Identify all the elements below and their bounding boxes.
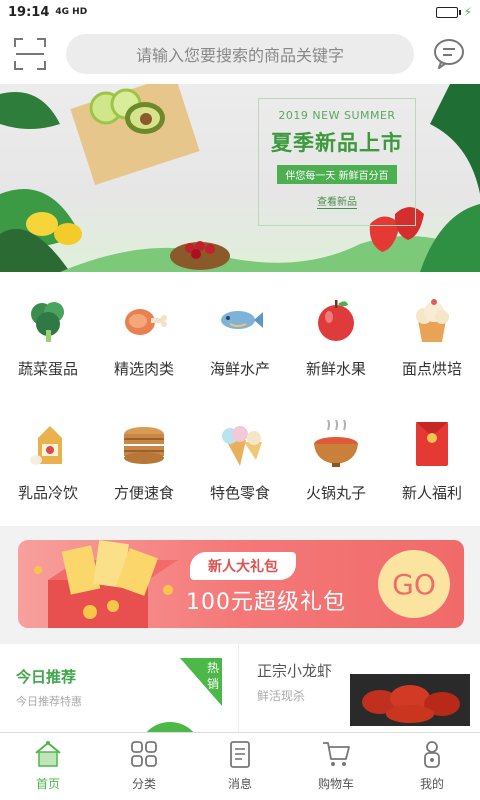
bottom-tab-bar: 首页 分类 消息 购物车 我的 [0,732,480,800]
category-item-meat[interactable]: 精选肉类 [96,272,192,396]
promo-section: 新人大礼包 100元超级礼包 GO [0,526,480,644]
home-icon [35,741,61,767]
category-item-seafood[interactable]: 海鲜水产 [192,272,288,396]
category-label: 蔬菜蛋品 [17,360,78,378]
category-label: 新鲜水果 [305,360,366,378]
chat-icon[interactable] [432,37,466,71]
milk-icon [30,426,62,465]
hot-sale-label: 热销 [207,661,220,691]
cart-icon [323,742,350,766]
tab-label: 购物车 [317,777,354,791]
banner-title: 夏季新品上市 [271,130,403,155]
red-envelope-icon [416,422,448,466]
profile-icon [424,741,440,768]
scan-icon[interactable] [14,38,46,70]
network-indicator: 4G HD [55,7,88,17]
category-item-vegetables[interactable]: 蔬菜蛋品 [0,272,96,396]
banner-card: 2019 NEW SUMMER 夏季新品上市 伴您每一天 新鲜百分百 查看新品 [258,98,416,226]
tab-label: 首页 [35,777,60,791]
promo-pill: 新人大礼包 [190,552,296,580]
gift-box-illustration [34,540,178,628]
today-recommend-card[interactable]: 今日推荐 今日推荐特惠 热销 [0,644,239,732]
cupcake-icon [416,299,449,342]
tab-messages[interactable]: 消息 [192,733,288,800]
meat-icon [125,309,167,335]
category-label: 火锅丸子 [305,484,366,502]
category-item-fruit[interactable]: 新鲜水果 [288,272,384,396]
tab-home[interactable]: 首页 [0,733,96,800]
dumpling-steamer-icon [124,427,164,464]
category-item-newbie-gift[interactable]: 新人福利 [384,396,480,526]
category-item-hotpot[interactable]: 火锅丸子 [288,396,384,526]
tab-category[interactable]: 分类 [96,733,192,800]
tab-profile[interactable]: 我的 [384,733,480,800]
banner-tagline: 伴您每一天 新鲜百分百 [277,165,397,184]
message-icon [230,741,250,768]
category-icon [131,741,157,767]
category-label: 面点烘培 [401,360,462,378]
search-input[interactable]: 请输入您要搜索的商品关键字 [66,34,414,74]
tab-cart[interactable]: 购物车 [288,733,384,800]
hotpot-icon [314,420,358,467]
snack-icon [222,426,262,466]
recommend-section: 今日推荐 今日推荐特惠 热销 正宗小龙虾 鲜活现杀 [0,644,480,732]
new-user-gift-banner[interactable]: 新人大礼包 100元超级礼包 GO [18,540,464,628]
banner-link[interactable]: 查看新品 [317,193,357,209]
promo-banner[interactable]: 2019 NEW SUMMER 夏季新品上市 伴您每一天 新鲜百分百 查看新品 [0,84,480,272]
category-grid: 蔬菜蛋品 精选肉类 海鲜水产 新鲜水果 面点烘培 乳品冷饮 方便速食 特色零食 … [0,272,480,526]
search-placeholder: 请输入您要搜索的商品关键字 [135,46,344,65]
status-bar: 19:14 4G HD ⚡ [0,0,480,24]
tab-label: 分类 [131,777,156,791]
category-label: 特色零食 [209,484,270,502]
category-label: 新人福利 [401,484,462,502]
category-item-dairy[interactable]: 乳品冷饮 [0,396,96,526]
banner-subtitle: 2019 NEW SUMMER [278,109,396,122]
status-time: 19:14 [8,4,50,20]
crayfish-image [350,674,470,726]
fish-icon [221,311,263,329]
category-label: 方便速食 [113,484,174,502]
apple-icon [318,300,354,341]
category-item-bakery[interactable]: 面点烘培 [384,272,480,396]
go-button[interactable]: GO [378,550,450,618]
category-item-snacks[interactable]: 特色零食 [192,396,288,526]
header: 请输入您要搜索的商品关键字 [0,24,480,84]
vegetable-icon [31,302,64,342]
recommend-decoration [146,722,194,732]
crayfish-card[interactable]: 正宗小龙虾 鲜活现杀 [239,644,480,732]
tab-label: 我的 [419,777,444,791]
battery-icon: ⚡ [435,5,472,19]
tab-label: 消息 [227,777,252,791]
promo-main-text: 100元超级礼包 [186,590,346,615]
category-label: 精选肉类 [113,360,174,378]
category-label: 海鲜水产 [209,360,270,378]
category-label: 乳品冷饮 [17,484,78,502]
category-item-instant-food[interactable]: 方便速食 [96,396,192,526]
